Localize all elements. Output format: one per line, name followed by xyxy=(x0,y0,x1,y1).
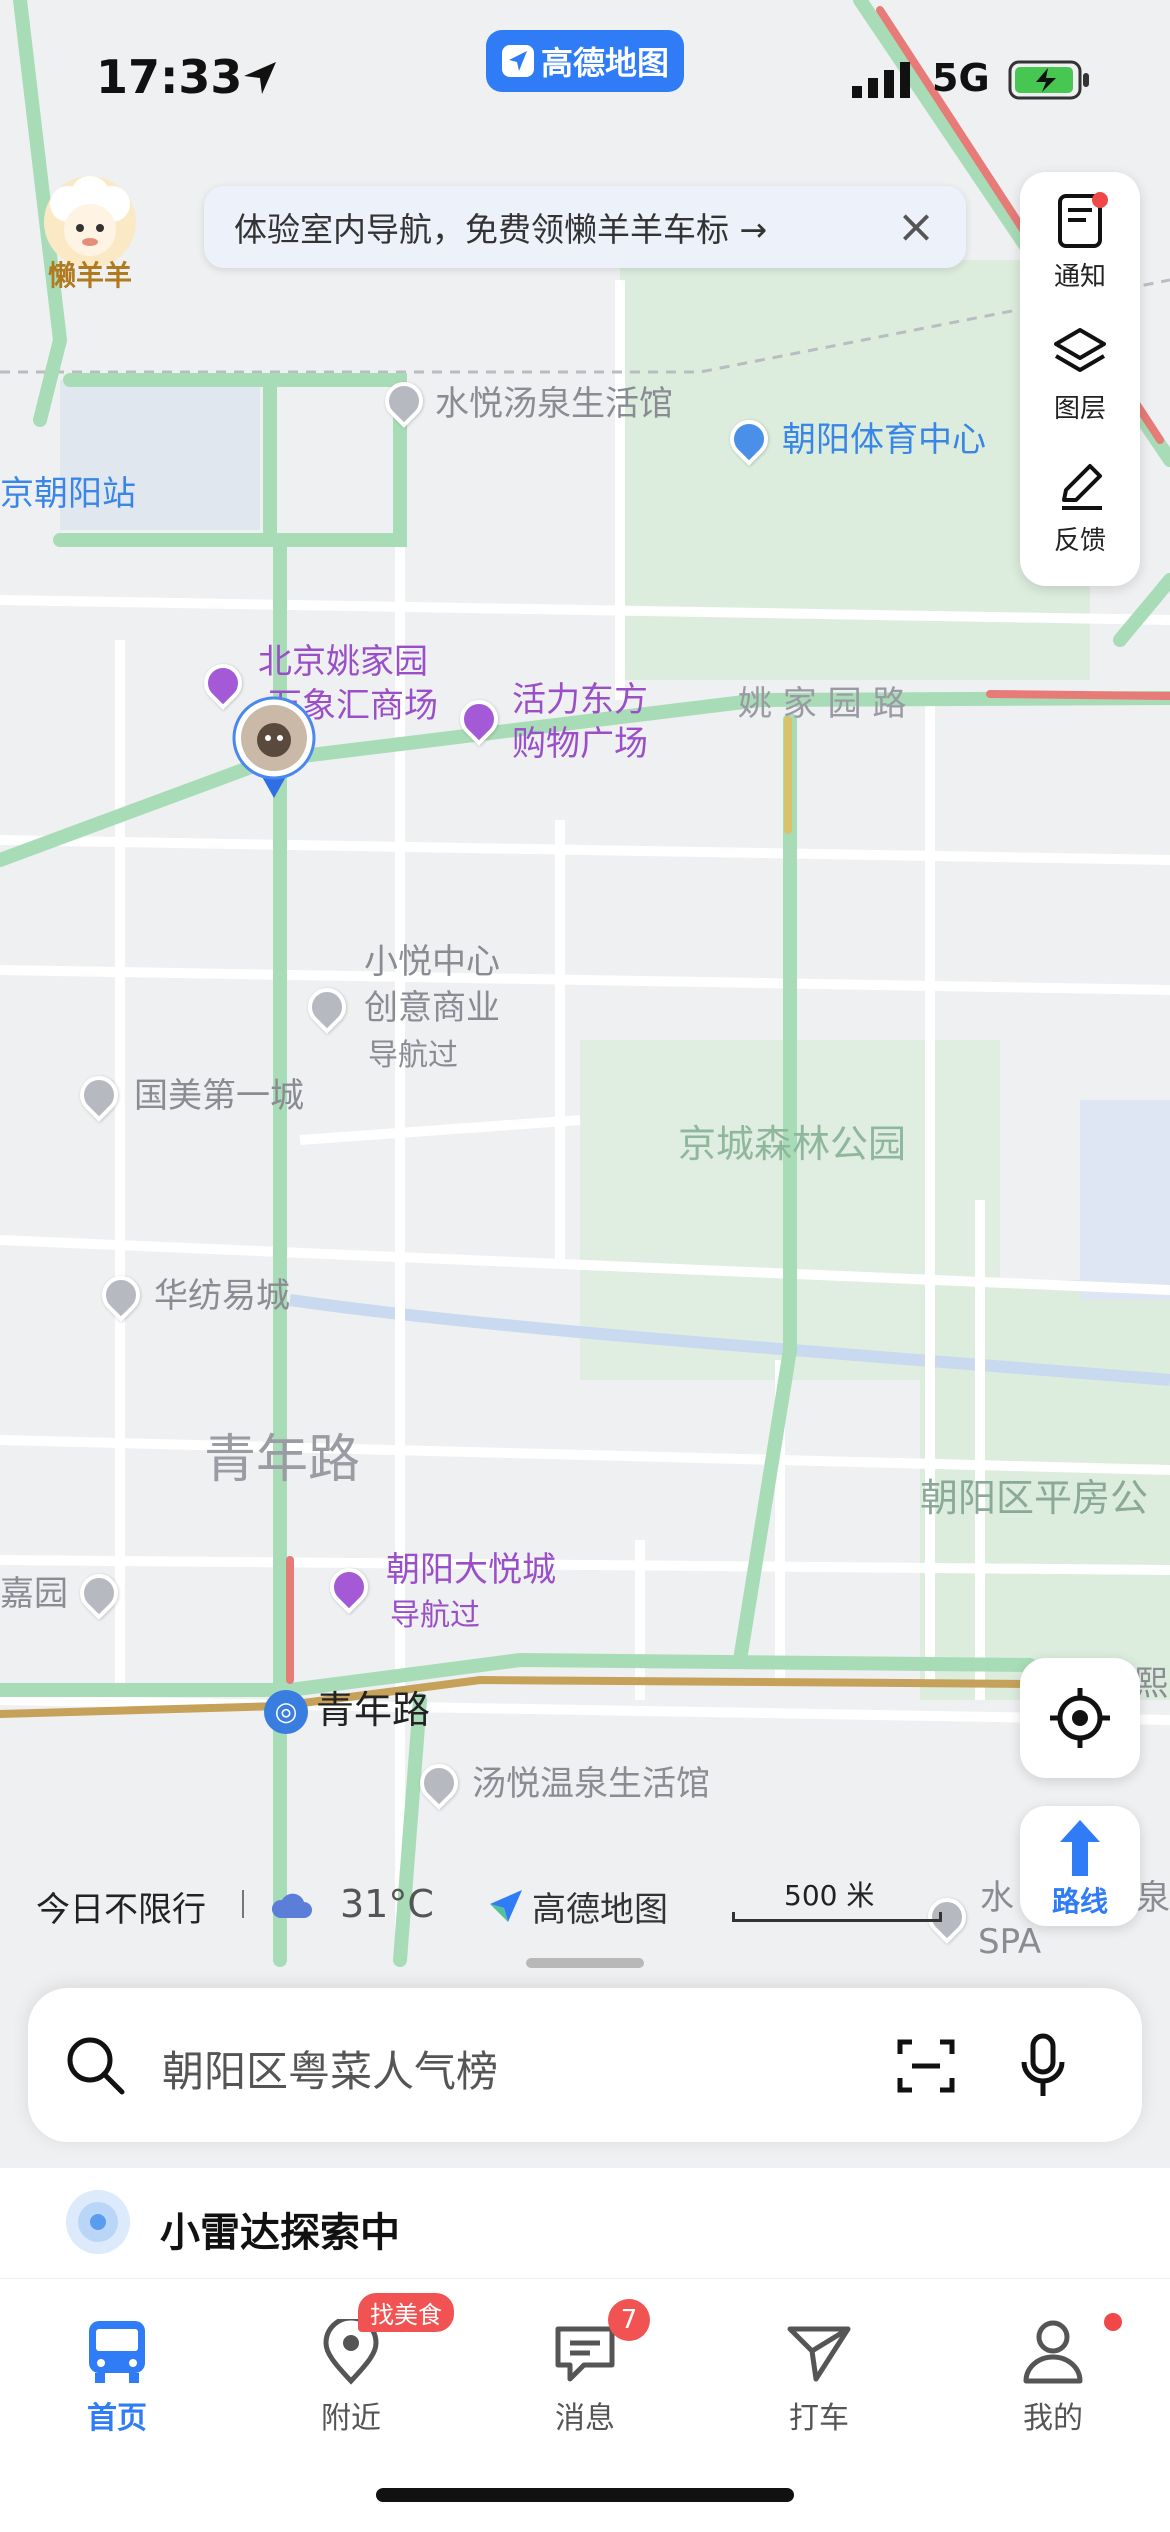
poi-label[interactable]: SPA xyxy=(978,1920,1041,1964)
map-canvas[interactable] xyxy=(0,0,1170,2532)
mascot-avatar[interactable]: 懒羊羊 xyxy=(34,174,146,292)
poi-label[interactable]: 北京姚家园 xyxy=(258,640,428,684)
amap-logo-icon xyxy=(501,45,534,77)
station-label[interactable]: 京朝阳站 xyxy=(0,472,136,516)
app-pill-label: 高德地图 xyxy=(540,44,669,82)
route-arrow-icon xyxy=(1060,1820,1100,1876)
restriction-text: 今日不限行 xyxy=(36,1890,206,1930)
tab-profile[interactable]: 我的 xyxy=(936,2299,1170,2439)
mascot-label: 懒羊羊 xyxy=(47,259,132,292)
brand-watermark: 高德地图 xyxy=(532,1890,668,1930)
feedback-button[interactable]: 反馈 xyxy=(1020,452,1140,582)
tab-messages[interactable]: 7 消息 xyxy=(468,2299,702,2439)
poi-label[interactable]: 汤悦温泉生活馆 xyxy=(472,1762,710,1806)
tab-label: 我的 xyxy=(1023,2401,1083,2436)
poi-label[interactable]: 小悦中心 xyxy=(364,940,500,984)
radar-text: 小雷达探索中 xyxy=(160,2210,400,2256)
poi-label[interactable]: 泉 xyxy=(1136,1876,1170,1920)
bus-icon xyxy=(89,2321,145,2383)
temperature: 31°C xyxy=(340,1882,434,1926)
tab-label: 消息 xyxy=(555,2401,615,2436)
locate-button[interactable] xyxy=(1020,1658,1140,1778)
subway-station-icon[interactable]: ◎ xyxy=(264,1690,308,1734)
poi-label[interactable]: 导航过 xyxy=(390,1594,480,1638)
location-arrow-icon xyxy=(244,62,276,94)
poi-label[interactable]: 水悦汤泉生活馆 xyxy=(435,382,673,426)
radar-icon xyxy=(66,2190,130,2254)
indoor-nav-banner[interactable]: 体验室内导航，免费领懒羊羊车标 → × xyxy=(204,186,966,268)
area-label: 青年路 xyxy=(204,1430,361,1490)
park-label: 京城森林公园 xyxy=(678,1122,907,1166)
tab-label: 附近 xyxy=(321,2401,381,2436)
taxi-icon xyxy=(787,2326,851,2382)
tab-nearby[interactable]: 找美食 附近 xyxy=(234,2293,468,2439)
radar-row[interactable]: 小雷达探索中 xyxy=(0,2168,1170,2278)
poi-label[interactable]: 水 xyxy=(980,1876,1014,1920)
profile-dot xyxy=(1104,2313,1122,2331)
layers-icon xyxy=(1054,328,1106,372)
crosshair-icon xyxy=(1050,1688,1110,1748)
poi-label[interactable]: 朝阳体育中心 xyxy=(782,418,986,462)
signal-icon xyxy=(852,62,910,98)
message-badge: 7 xyxy=(608,2299,650,2341)
tab-label: 首页 xyxy=(87,2401,147,2436)
user-location-marker[interactable] xyxy=(232,696,316,800)
poi-label[interactable]: 导航过 xyxy=(368,1034,458,1078)
tab-taxi[interactable]: 打车 xyxy=(702,2299,936,2439)
divider xyxy=(242,1890,244,1918)
tool-label: 图层 xyxy=(1053,394,1106,424)
microphone-icon[interactable] xyxy=(1018,2032,1068,2100)
poi-label[interactable]: 购物广场 xyxy=(512,722,648,766)
poi-label[interactable]: 创意商业 xyxy=(364,986,500,1030)
map-info-bar: 今日不限行 31°C 高德地图 500 米 xyxy=(36,1874,976,1934)
road-label: 姚 家 园 路 xyxy=(738,684,907,724)
poi-label[interactable]: 活力东方 xyxy=(512,678,648,722)
station-label[interactable]: 青年路 xyxy=(316,1688,430,1732)
poi-label[interactable]: 国美第一城 xyxy=(134,1074,304,1118)
drag-handle[interactable] xyxy=(526,1958,644,1968)
app-pill[interactable]: 高德地图 xyxy=(486,30,684,92)
profile-icon xyxy=(1023,2320,1083,2384)
nearby-badge: 找美食 xyxy=(358,2293,454,2332)
feedback-icon xyxy=(1062,464,1102,510)
route-label: 路线 xyxy=(1051,1885,1108,1918)
network-label: 5G xyxy=(932,56,990,100)
scale-label: 500 米 xyxy=(784,1879,875,1912)
poi-label[interactable]: 嘉园 xyxy=(0,1572,68,1616)
search-placeholder: 朝阳区粤菜人气榜 xyxy=(162,2047,499,2096)
cloud-icon xyxy=(271,1893,312,1918)
route-button[interactable]: 路线 xyxy=(1020,1806,1140,1926)
search-icon xyxy=(67,2037,125,2095)
banner-text: 体验室内导航，免费领懒羊羊车标 → xyxy=(234,210,768,249)
home-indicator xyxy=(376,2488,794,2502)
clock: 17:33 xyxy=(96,50,243,104)
poi-label[interactable]: 朝阳大悦城 xyxy=(386,1548,556,1592)
tool-label: 反馈 xyxy=(1053,526,1106,556)
map-side-toolbar: 通知 图层 反馈 xyxy=(1020,172,1140,586)
layers-button[interactable]: 图层 xyxy=(1020,318,1140,448)
search-bar[interactable]: 朝阳区粤菜人气榜 xyxy=(28,1988,1142,2142)
scan-icon[interactable] xyxy=(896,2036,956,2096)
message-icon xyxy=(555,2326,615,2382)
area-label: 朝阳区平房公 xyxy=(920,1476,1149,1520)
tool-label: 通知 xyxy=(1053,262,1106,292)
tab-label: 打车 xyxy=(789,2401,849,2436)
tab-home[interactable]: 首页 xyxy=(0,2299,234,2439)
scale-bar xyxy=(732,1912,942,1922)
notification-icon xyxy=(1058,192,1108,248)
close-icon[interactable]: × xyxy=(890,200,942,252)
poi-label[interactable]: 华纺易城 xyxy=(154,1274,290,1318)
amap-logo-icon xyxy=(490,1890,522,1922)
notification-button[interactable]: 通知 xyxy=(1020,186,1140,316)
battery-icon xyxy=(1008,60,1089,100)
